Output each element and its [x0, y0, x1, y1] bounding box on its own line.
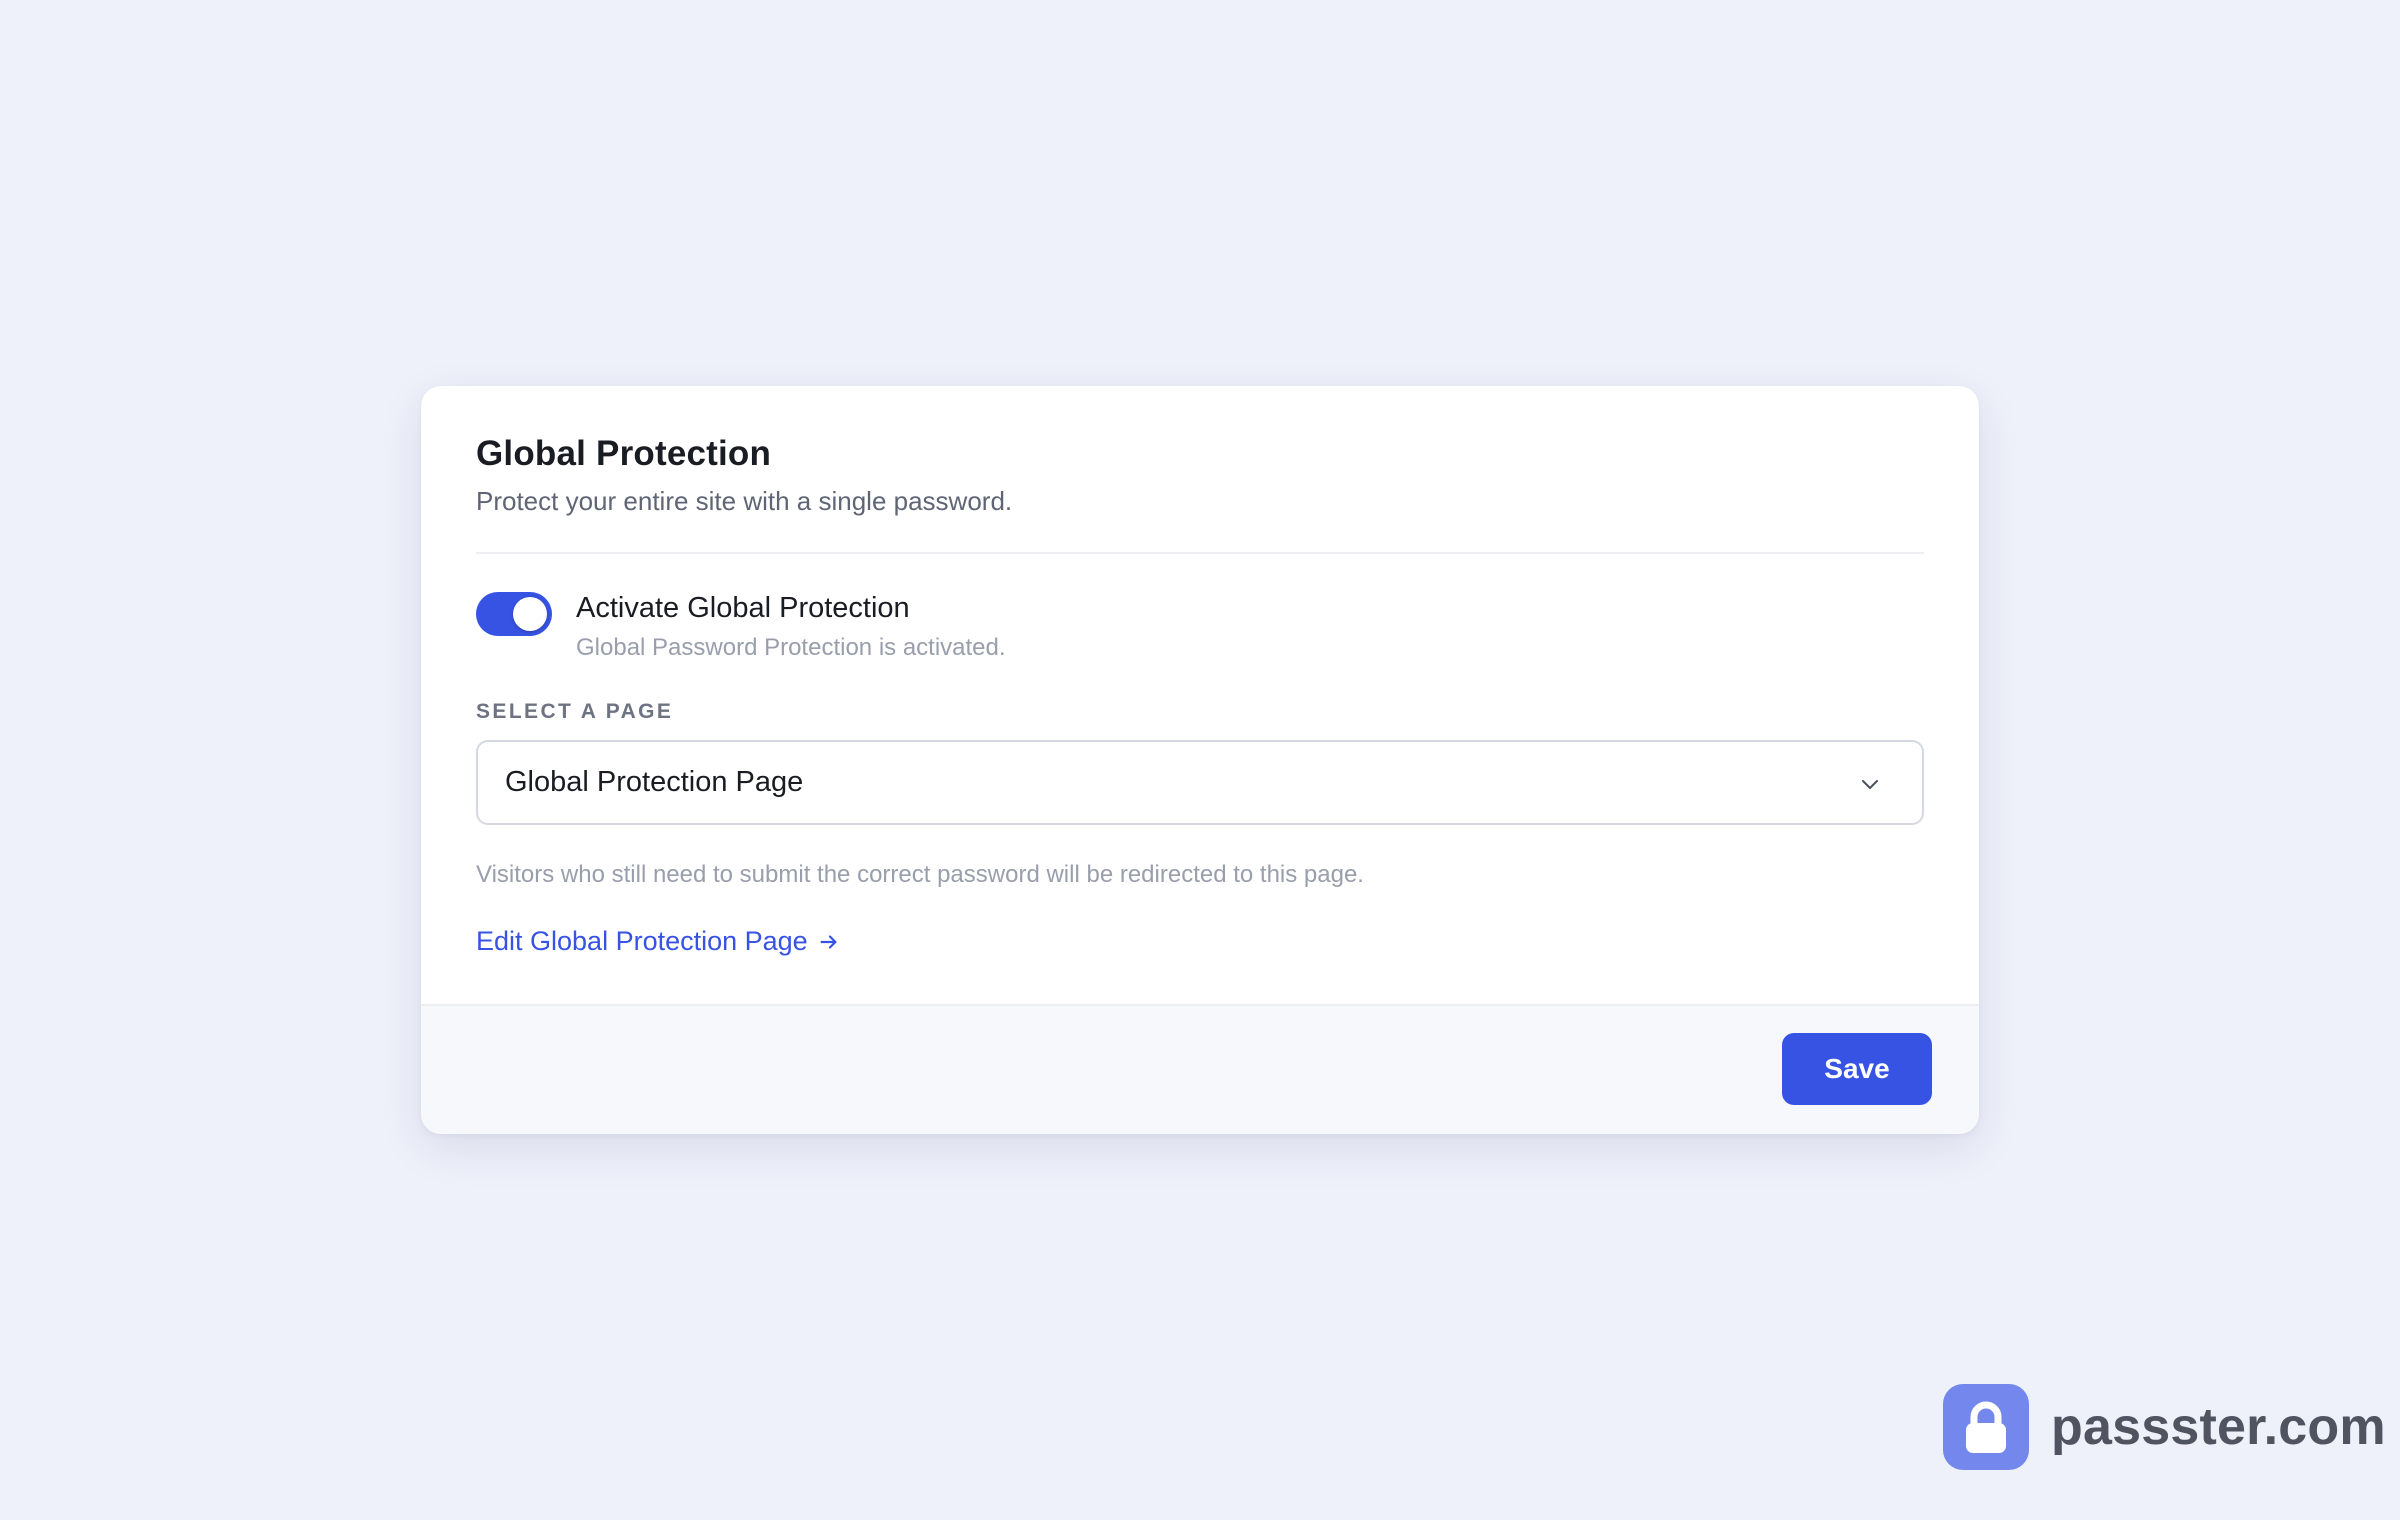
toggle-description: Global Password Protection is activated. — [576, 634, 1006, 661]
activate-global-protection-toggle[interactable] — [476, 592, 552, 636]
card-title: Global Protection — [476, 434, 772, 473]
edit-link-label: Edit Global Protection Page — [476, 926, 808, 956]
toggle-label: Activate Global Protection — [576, 592, 910, 624]
brand: passster.com — [1943, 1383, 2386, 1470]
select-page-label: SELECT A PAGE — [476, 700, 674, 723]
lock-icon — [1966, 1401, 2006, 1453]
divider — [476, 552, 1924, 554]
help-text: Visitors who still need to submit the co… — [476, 861, 1364, 888]
card-footer: Save — [421, 1004, 1979, 1134]
global-protection-card: Global Protection Protect your entire si… — [421, 386, 1979, 1134]
page-select[interactable]: Global Protection Page — [476, 740, 1924, 825]
brand-logo — [1943, 1383, 2029, 1470]
select-value: Global Protection Page — [505, 766, 804, 798]
save-button[interactable]: Save — [1782, 1033, 1932, 1105]
edit-global-protection-page-link[interactable]: Edit Global Protection Page — [476, 926, 840, 957]
chevron-down-icon — [1862, 780, 1878, 789]
arrow-right-icon — [820, 934, 837, 949]
toggle-knob — [513, 597, 547, 631]
card-subtitle: Protect your entire site with a single p… — [476, 486, 1013, 516]
brand-name: passster.com — [2051, 1397, 2386, 1456]
